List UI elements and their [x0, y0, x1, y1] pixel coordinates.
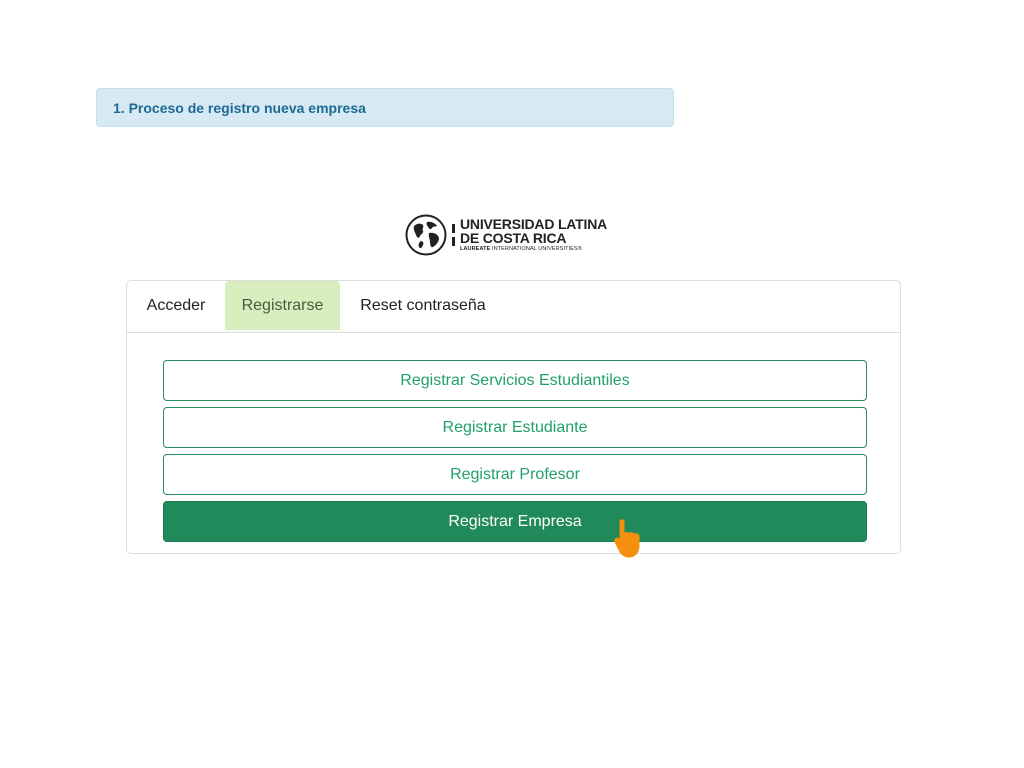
register-student-services-button[interactable]: Registrar Servicios Estudiantiles: [163, 360, 867, 401]
tab-bar: Acceder Registrarse Reset contraseña: [127, 281, 900, 333]
tab-registrarse[interactable]: Registrarse: [225, 281, 340, 330]
logo-text: UNIVERSIDAD LATINA DE COSTA RICA LAUREAT…: [460, 217, 607, 253]
logo-line-3-bold: LAUREATE: [460, 246, 491, 253]
logo-line-2: DE COSTA RICA: [460, 230, 567, 247]
tab-acceder[interactable]: Acceder: [145, 281, 207, 331]
register-student-button[interactable]: Registrar Estudiante: [163, 407, 867, 448]
step-banner: 1. Proceso de registro nueva empresa: [96, 88, 674, 127]
auth-card: Acceder Registrarse Reset contraseña Reg…: [126, 280, 901, 554]
logo-line-3-rest: INTERNATIONAL UNIVERSITIES®: [490, 246, 582, 253]
logo-line-3: LAUREATE INTERNATIONAL UNIVERSITIES®: [460, 247, 607, 253]
logo-divider: [452, 222, 455, 248]
university-logo: UNIVERSIDAD LATINA DE COSTA RICA LAUREAT…: [405, 212, 620, 258]
step-banner-text: 1. Proceso de registro nueva empresa: [113, 100, 366, 116]
globe-icon: [405, 214, 447, 256]
register-professor-button[interactable]: Registrar Profesor: [163, 454, 867, 495]
hand-pointer-icon: [614, 519, 640, 558]
logo-line-1: UNIVERSIDAD LATINA: [460, 216, 608, 233]
register-company-button[interactable]: Registrar Empresa: [163, 501, 867, 542]
tab-reset-password[interactable]: Reset contraseña: [359, 281, 487, 331]
